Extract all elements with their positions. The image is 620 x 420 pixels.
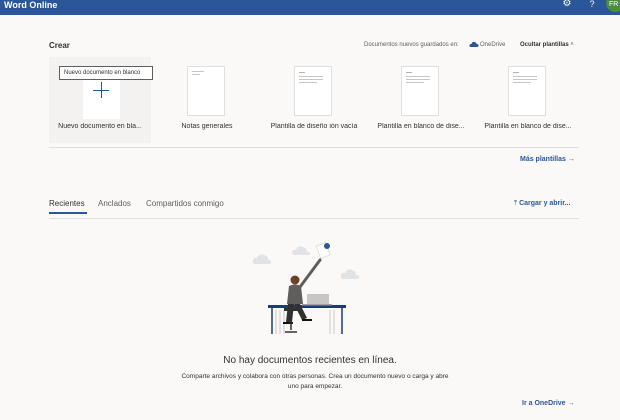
tab-recientes[interactable]: Recientes — [49, 199, 85, 208]
blank-document-thumbnail — [83, 75, 120, 119]
hide-templates-label: Ocultar plantillas — [520, 42, 569, 48]
template-label: Plantilla en blanco de dise... — [484, 123, 572, 130]
template-blank-design-2[interactable]: Plantilla en blanco de dise... — [477, 57, 579, 143]
tab-anclados[interactable]: Anclados — [98, 199, 131, 208]
template-label: Notas generales — [181, 123, 233, 130]
divider — [49, 218, 579, 219]
template-thumbnail — [401, 66, 439, 116]
empty-state-title: No hay documentos recientes en línea. — [223, 355, 397, 366]
template-label: Nuevo documento en bla... — [58, 123, 142, 130]
template-label: Plantilla de diseño ión vacía — [270, 123, 358, 130]
plus-icon-vertical — [101, 82, 102, 98]
goto-onedrive-label: Ir a OneDrive — [522, 400, 566, 407]
onedrive-cloud-icon — [469, 41, 479, 47]
template-label: Plantilla en blanco de dise... — [377, 123, 465, 130]
arrow-right-icon: → — [567, 400, 575, 407]
divider — [49, 147, 579, 148]
empty-state-description: Comparte archivos y colabora con otras p… — [181, 373, 449, 390]
arrow-right-icon: → — [567, 156, 575, 163]
app-title[interactable]: Word Online — [4, 0, 57, 10]
template-design-empty[interactable]: Plantilla de diseño ión vacía — [263, 57, 365, 143]
tooltip: Nuevo documento en blanco — [59, 66, 153, 80]
gear-icon[interactable]: ⚙ — [561, 0, 573, 10]
onedrive-link[interactable]: OneDrive — [480, 42, 505, 48]
template-thumbnail — [187, 66, 225, 116]
tab-compartidos[interactable]: Compartidos conmigo — [146, 199, 224, 208]
upload-button[interactable]: ⤒ Cargar y abrir... — [514, 200, 570, 208]
saved-in-label: Documentos nuevos guardados en: — [364, 42, 459, 48]
template-blank-design-1[interactable]: Plantilla en blanco de dise... — [370, 57, 472, 143]
more-templates-label: Más plantillas — [520, 156, 566, 163]
app-header: Word Online ⚙ ? FR — [0, 0, 620, 15]
empty-state-illustration — [252, 242, 360, 334]
upload-arrow-icon: ⤒ — [514, 200, 518, 207]
upload-label: Cargar y abrir... — [519, 200, 571, 207]
active-tab-indicator — [49, 212, 87, 214]
template-thumbnail — [508, 66, 546, 116]
avatar[interactable]: FR — [606, 0, 620, 12]
help-icon[interactable]: ? — [587, 0, 597, 10]
chevron-up-icon: ˄ — [570, 42, 574, 48]
hide-templates-button[interactable]: Ocultar plantillas ˄ — [520, 42, 574, 48]
template-thumbnail — [294, 66, 332, 116]
more-templates-link[interactable]: Más plantillas → — [520, 156, 575, 163]
goto-onedrive-link[interactable]: Ir a OneDrive → — [522, 400, 575, 407]
create-heading: Crear — [49, 41, 70, 50]
template-general-notes[interactable]: Notas generales — [156, 57, 258, 143]
